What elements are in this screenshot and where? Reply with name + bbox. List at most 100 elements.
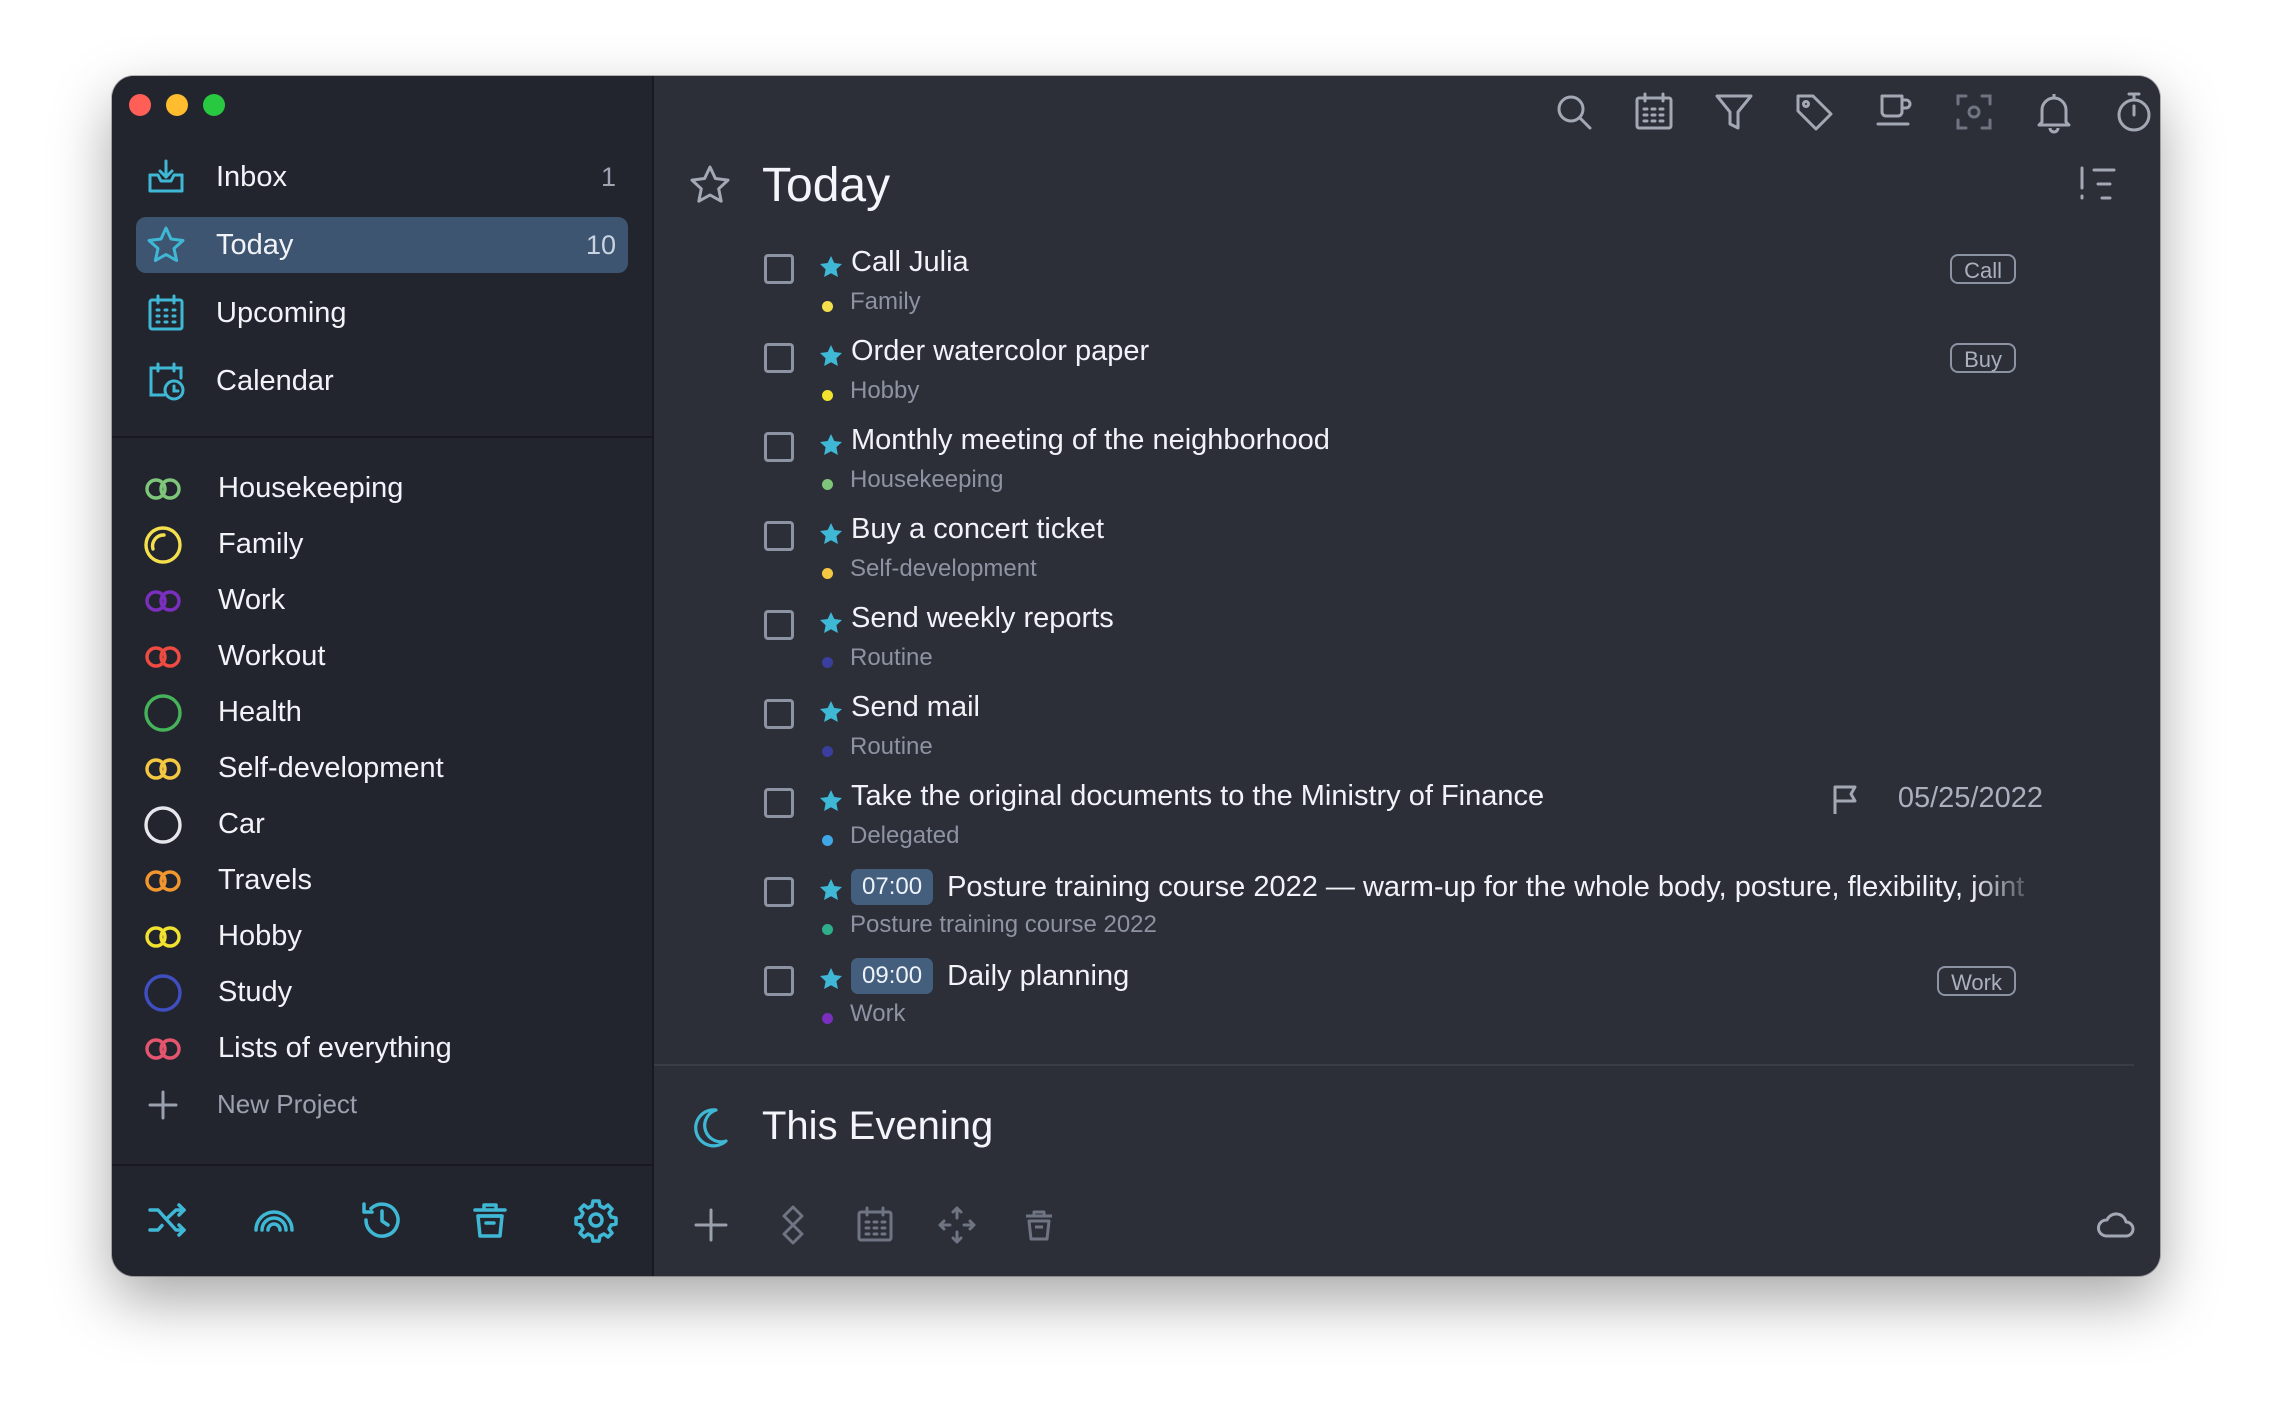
task-row[interactable]: Send weekly reports Routine [654,602,2160,696]
sidebar-item-project[interactable]: Study [142,964,622,1020]
sort-icon[interactable] [2076,162,2120,206]
task-checkbox[interactable] [764,699,794,729]
task-title: Monthly meeting of the neighborhood [851,424,1330,456]
ring-project-icon [142,524,184,566]
close-window-button[interactable] [129,94,151,116]
star-icon[interactable] [818,788,844,814]
task-row[interactable]: Monthly meeting of the neighborhood House… [654,424,2160,518]
settings-icon[interactable] [572,1196,620,1244]
task-title-line: Order watercolor paper [851,335,2040,368]
task-project: Hobby [850,377,920,404]
task-title: Send mail [851,691,980,723]
task-title: Send weekly reports [851,602,1114,634]
shuffle-icon[interactable] [144,1196,192,1244]
tag-icon[interactable] [1792,90,1836,134]
task-row[interactable]: Buy a concert ticket Self-development [654,513,2160,607]
task-checkbox[interactable] [764,966,794,996]
task-checkbox[interactable] [764,343,794,373]
sidebar-nav: Inbox 1 Today 10 Upcoming Calendar [136,149,628,421]
minimize-window-button[interactable] [166,94,188,116]
item-count: 1 [600,161,616,192]
sidebar-item-inbox[interactable]: Inbox 1 [136,149,628,205]
star-icon[interactable] [818,699,844,725]
sidebar-item-label: Calendar [216,364,334,397]
project-label: Study [218,975,293,1008]
sidebar-item-project[interactable]: Self-development [142,740,622,796]
calendar-grid-icon [146,293,186,333]
timer-icon[interactable] [2112,90,2156,134]
project-label: Car [218,807,265,840]
sidebar-item-project[interactable]: Health [142,684,622,740]
new-project-label: New Project [217,1088,358,1119]
project-label: Work [218,583,286,616]
project-dot [822,479,833,490]
star-icon[interactable] [818,343,844,369]
rainbow-icon[interactable] [250,1196,298,1244]
task-tag[interactable]: Call [1950,254,2016,284]
sidebar-item-project[interactable]: Hobby [142,908,622,964]
text-fade [1970,869,2040,913]
task-checkbox[interactable] [764,610,794,640]
sidebar-item-calendar[interactable]: Calendar [136,353,628,409]
sidebar-item-project[interactable]: Car [142,796,622,852]
calendar-icon[interactable] [854,1204,896,1246]
task-checkbox[interactable] [764,254,794,284]
task-tag[interactable]: Buy [1950,343,2016,373]
task-title-line: Send weekly reports [851,602,2040,635]
calendar-icon[interactable] [1632,90,1676,134]
sidebar-divider [112,436,652,438]
filter-icon[interactable] [1712,90,1756,134]
add-icon[interactable] [690,1204,732,1246]
sidebar-item-label: Today [216,228,294,261]
task-row[interactable]: 09:00 Daily planning Work Work [654,958,2160,1052]
new-project-button[interactable]: New Project [142,1076,622,1132]
star-icon[interactable] [818,610,844,636]
sidebar-item-project[interactable]: Travels [142,852,622,908]
task-checkbox[interactable] [764,788,794,818]
task-project: Routine [850,644,933,671]
task-row[interactable]: Order watercolor paper Hobby Buy [654,335,2160,429]
move-icon[interactable] [772,1204,814,1246]
add-icon [142,1084,184,1126]
focus-icon[interactable] [1952,90,1996,134]
task-checkbox[interactable] [764,877,794,907]
task-project: Housekeeping [850,466,1004,493]
sidebar-item-project[interactable]: Housekeeping [142,460,622,516]
task-tag[interactable]: Work [1937,966,2016,996]
project-label: Family [218,527,304,560]
item-count: 10 [585,229,616,260]
zoom-window-button[interactable] [203,94,225,116]
linked-rings-project-icon [142,468,184,510]
linked-rings-project-icon [142,748,184,790]
project-dot [822,390,833,401]
cloud-icon[interactable] [2094,1204,2136,1246]
task-project: Family [850,288,921,315]
sidebar-item-project[interactable]: Workout [142,628,622,684]
task-checkbox[interactable] [764,432,794,462]
linked-rings-project-icon [142,916,184,958]
history-icon[interactable] [358,1196,406,1244]
star-icon[interactable] [818,254,844,280]
linked-rings-project-icon [142,860,184,902]
coffee-icon[interactable] [1872,90,1916,134]
task-title: Order watercolor paper [851,335,1150,367]
trash-icon[interactable] [466,1196,514,1244]
task-checkbox[interactable] [764,521,794,551]
task-row[interactable]: Call Julia Family Call [654,246,2160,340]
star-icon[interactable] [818,432,844,458]
sidebar-item-project[interactable]: Family [142,516,622,572]
sidebar-item-upcoming[interactable]: Upcoming [136,285,628,341]
search-icon[interactable] [1552,90,1596,134]
sidebar-item-today[interactable]: Today 10 [136,217,628,273]
star-icon[interactable] [818,521,844,547]
bell-icon[interactable] [2032,90,2076,134]
star-icon[interactable] [818,877,844,903]
sidebar-item-project[interactable]: Lists of everything [142,1020,622,1076]
task-row[interactable]: Take the original documents to the Minis… [654,780,2160,874]
trash-icon[interactable] [1018,1204,1060,1246]
star-icon[interactable] [818,966,844,992]
task-row[interactable]: 07:00 Posture training course 2022 — warm… [654,869,2160,963]
sidebar-item-project[interactable]: Work [142,572,622,628]
task-row[interactable]: Send mail Routine [654,691,2160,785]
arrows-icon[interactable] [936,1204,978,1246]
